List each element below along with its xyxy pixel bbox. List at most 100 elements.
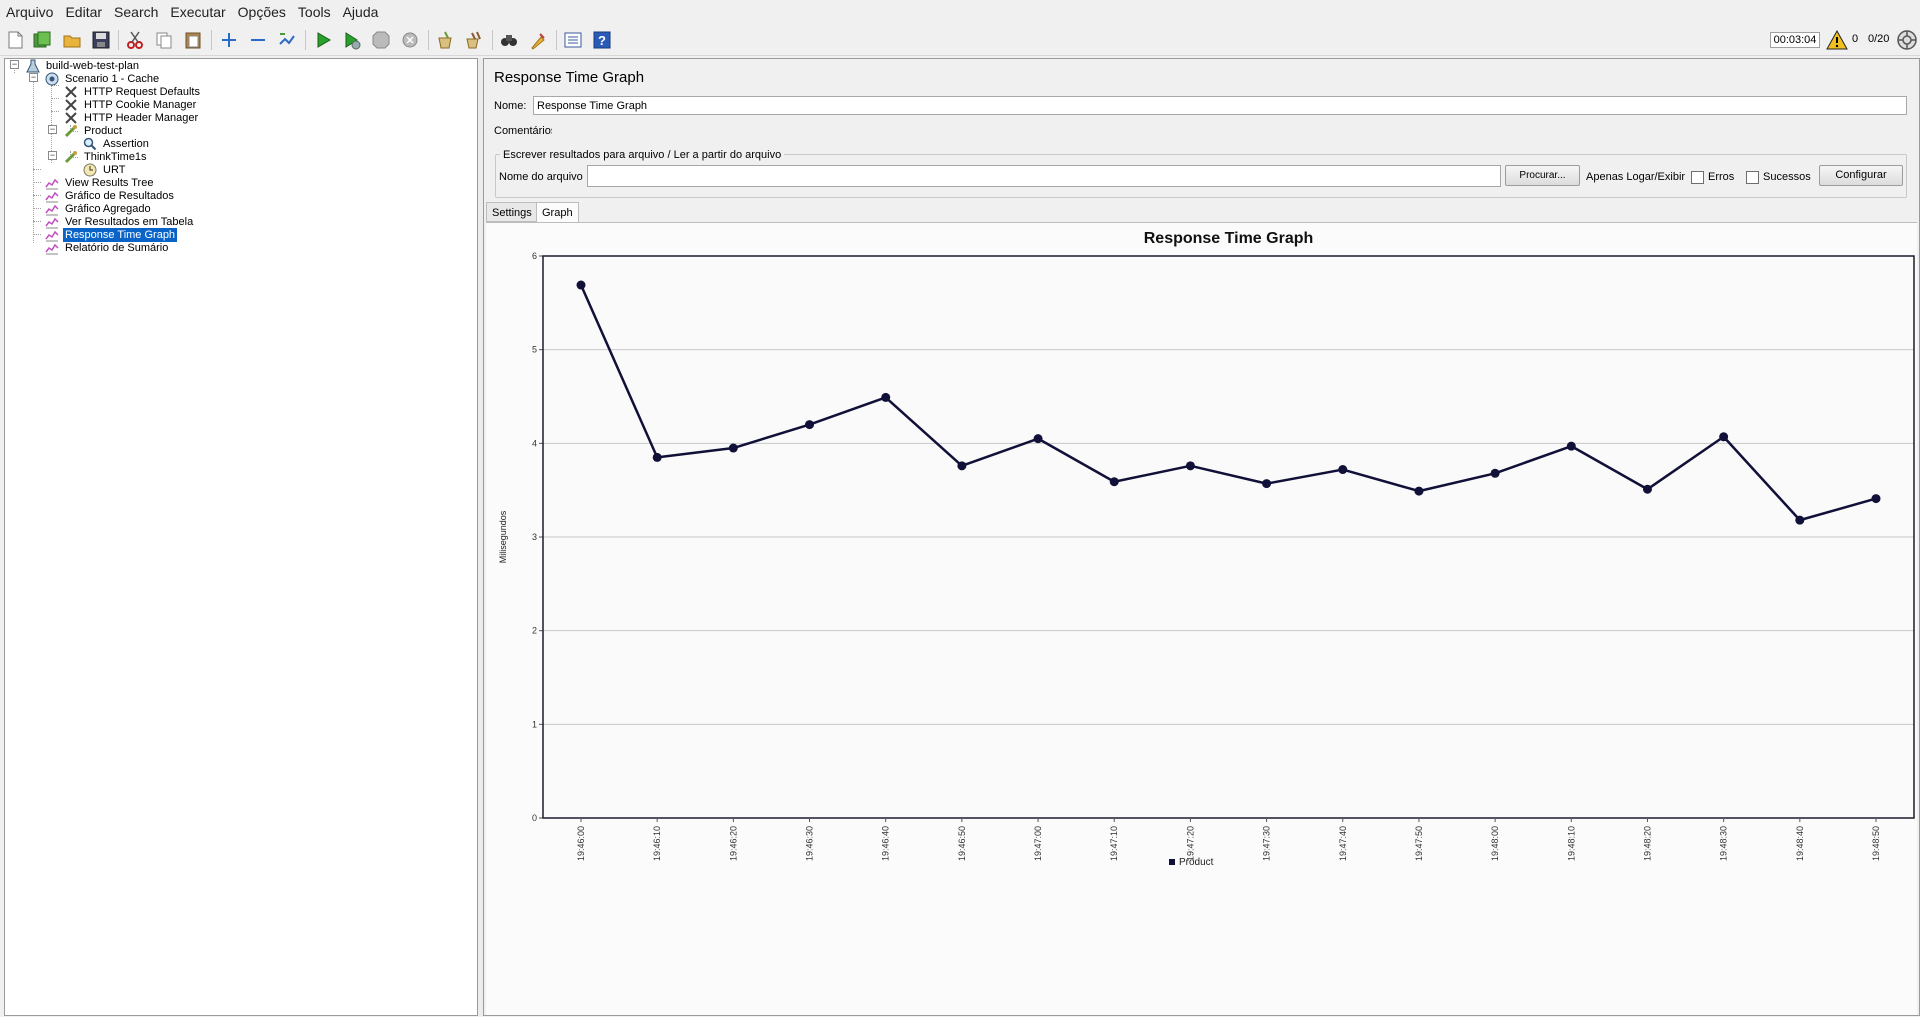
tree-item-relatorio-de-sumario[interactable]: Relatório de Sumário xyxy=(44,240,170,256)
stop-icon[interactable] xyxy=(370,29,392,51)
browse-button[interactable]: Procurar... xyxy=(1505,165,1580,186)
menu-opcoes[interactable]: Opções xyxy=(232,4,292,20)
y-tick-label: 2 xyxy=(532,626,537,636)
data-point xyxy=(1033,434,1043,444)
expander-thinktime[interactable]: − xyxy=(48,151,57,160)
sampler-icon xyxy=(63,123,79,139)
menu-tools[interactable]: Tools xyxy=(292,4,337,20)
data-point xyxy=(1566,441,1576,451)
data-point xyxy=(1871,494,1881,504)
listener-icon xyxy=(44,240,60,256)
x-tick-label: 19:48:10 xyxy=(1566,826,1576,861)
data-point xyxy=(728,443,738,453)
file-group-title: Escrever resultados para arquivo / Ler a… xyxy=(500,149,785,161)
warning-count: 0 xyxy=(1852,33,1859,45)
legend-label: Product xyxy=(1179,857,1214,868)
x-tick-label: 19:47:00 xyxy=(1033,826,1043,861)
menu-editar[interactable]: Editar xyxy=(59,4,108,20)
comments-field[interactable] xyxy=(552,121,1907,140)
expand-icon[interactable] xyxy=(218,29,240,51)
data-point xyxy=(1414,486,1424,496)
expander-scenario[interactable]: − xyxy=(29,73,38,82)
x-tick-label: 19:47:30 xyxy=(1262,826,1272,861)
listener-panel: Response Time Graph Nome: Comentários: E… xyxy=(483,58,1920,1016)
shutdown-icon[interactable] xyxy=(399,29,421,51)
log-only-label: Apenas Logar/Exibir xyxy=(1586,171,1686,183)
templates-icon[interactable] xyxy=(31,29,53,51)
x-tick-label: 19:46:30 xyxy=(805,826,815,861)
x-tick-label: 19:46:50 xyxy=(957,826,967,861)
start-no-pause-icon[interactable] xyxy=(341,29,363,51)
name-label: Nome: xyxy=(494,100,527,112)
configure-button[interactable]: Configurar xyxy=(1819,165,1903,186)
y-tick-label: 6 xyxy=(532,251,537,261)
toolbar: ? 00:03:04 0 0/20 xyxy=(0,24,1920,56)
x-tick-label: 19:47:40 xyxy=(1338,826,1348,861)
x-tick-label: 19:48:30 xyxy=(1719,826,1729,861)
save-icon[interactable] xyxy=(90,29,112,51)
search-icon[interactable] xyxy=(498,29,520,51)
warning-icon[interactable] xyxy=(1826,30,1848,50)
data-point xyxy=(1795,515,1805,525)
page-title: Response Time Graph xyxy=(494,69,645,86)
data-point xyxy=(881,392,891,402)
file-label: Nome do arquivo xyxy=(499,171,583,183)
expander-product[interactable]: − xyxy=(48,125,57,134)
menu-ajuda[interactable]: Ajuda xyxy=(337,4,385,20)
name-input[interactable] xyxy=(533,96,1907,115)
paste-icon[interactable] xyxy=(182,29,204,51)
y-tick-label: 3 xyxy=(532,532,537,542)
data-point xyxy=(1719,432,1729,442)
x-tick-label: 19:47:50 xyxy=(1414,826,1424,861)
collapse-icon[interactable] xyxy=(247,29,269,51)
menu-search[interactable]: Search xyxy=(108,4,164,20)
data-point xyxy=(805,420,815,430)
x-tick-label: 19:47:20 xyxy=(1185,826,1195,861)
tab-graph[interactable]: Graph xyxy=(536,202,579,223)
open-icon[interactable] xyxy=(61,29,83,51)
y-tick-label: 4 xyxy=(532,438,537,448)
successes-checkbox[interactable] xyxy=(1746,171,1759,184)
function-helper-icon[interactable] xyxy=(562,29,584,51)
thread-group-icon xyxy=(44,71,60,87)
x-tick-label: 19:46:20 xyxy=(728,826,738,861)
menu-arquivo[interactable]: Arquivo xyxy=(0,4,59,20)
clear-icon[interactable] xyxy=(434,29,456,51)
data-point xyxy=(1262,479,1272,489)
start-icon[interactable] xyxy=(312,29,334,51)
errors-label: Erros xyxy=(1708,171,1735,183)
new-icon[interactable] xyxy=(4,29,26,51)
y-tick-label: 5 xyxy=(532,345,537,355)
x-tick-label: 19:48:40 xyxy=(1795,826,1805,861)
x-tick-label: 19:46:00 xyxy=(576,826,586,861)
reset-search-icon[interactable] xyxy=(527,29,549,51)
response-time-chart: 0 1 2 3 4 5 6 Response Time Graph Milisegundos 19… xyxy=(498,230,1915,868)
data-point xyxy=(1185,461,1195,471)
data-point xyxy=(576,280,586,290)
data-point xyxy=(957,461,967,471)
y-tick-label: 1 xyxy=(532,719,537,729)
x-tick-label: 19:48:50 xyxy=(1871,826,1881,861)
successes-label: Sucessos xyxy=(1763,171,1811,183)
legend-swatch xyxy=(1169,859,1175,865)
comments-label: Comentários: xyxy=(494,125,560,137)
remote-status-icon xyxy=(1897,30,1917,50)
filename-input[interactable] xyxy=(587,165,1501,187)
tab-settings[interactable]: Settings xyxy=(486,202,538,222)
menu-executar[interactable]: Executar xyxy=(164,4,231,20)
svg-text:?: ? xyxy=(598,33,606,48)
x-tick-label: 19:48:20 xyxy=(1642,826,1652,861)
cut-icon[interactable] xyxy=(124,29,146,51)
x-tick-label: 19:46:10 xyxy=(652,826,662,861)
copy-icon[interactable] xyxy=(153,29,175,51)
testplan-icon xyxy=(25,58,41,74)
expander-test-plan[interactable]: − xyxy=(10,60,19,69)
y-axis-label: Milisegundos xyxy=(498,510,508,563)
errors-checkbox[interactable] xyxy=(1691,171,1704,184)
help-icon[interactable]: ? xyxy=(591,29,613,51)
data-point xyxy=(652,452,662,462)
toggle-icon[interactable] xyxy=(276,29,298,51)
active-threads: 0/20 xyxy=(1868,33,1890,45)
clear-all-icon[interactable] xyxy=(463,29,485,51)
sampler-icon xyxy=(63,149,79,165)
